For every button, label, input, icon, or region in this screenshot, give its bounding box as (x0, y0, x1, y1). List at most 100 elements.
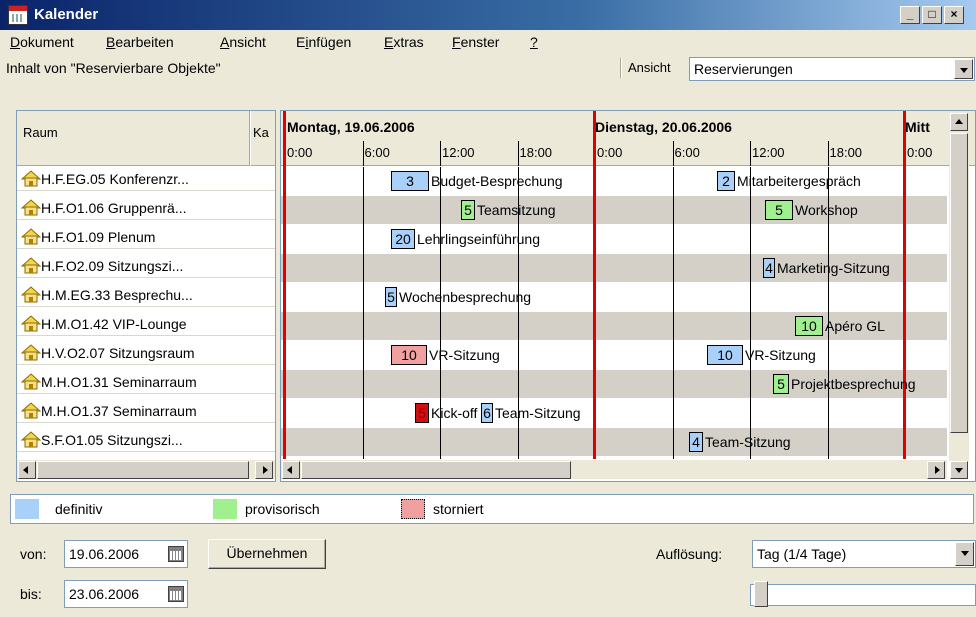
scroll-down-arrow-icon[interactable] (950, 461, 968, 479)
room-row[interactable]: H.F.O2.09 Sitzungszi... (17, 254, 275, 278)
room-row[interactable]: H.V.O2.07 Sitzungsraum (17, 341, 275, 365)
resolution-slider-thumb[interactable] (754, 581, 768, 607)
event-attendee-count: 5 (773, 374, 789, 394)
hour-label: 6:00 (364, 145, 390, 160)
calendar-picker-icon[interactable] (168, 586, 184, 602)
calendar-row[interactable] (281, 341, 947, 370)
event-attendee-count: 2 (717, 171, 735, 191)
room-icon (21, 170, 41, 187)
event-attendee-count: 10 (391, 345, 427, 365)
content-label: Inhalt von "Reservierbare Objekte" (6, 60, 221, 76)
hour-grid-line (362, 167, 364, 459)
close-button[interactable]: × (944, 6, 964, 24)
event-attendee-count: 3 (391, 171, 429, 191)
scroll-left-arrow-icon[interactable] (282, 461, 300, 479)
hour-tick (440, 141, 441, 166)
hour-label: 0:00 (597, 145, 623, 160)
day-separator-line (283, 111, 286, 459)
column-divider[interactable] (249, 111, 251, 166)
hour-label: 12:00 (752, 145, 785, 160)
view-select[interactable]: Reservierungen (689, 57, 975, 81)
menu-dokument[interactable]: Dokument (10, 34, 74, 50)
menu-ansicht[interactable]: Ansicht (220, 34, 266, 50)
scroll-right-arrow-icon[interactable] (927, 461, 945, 479)
hour-label: 6:00 (674, 145, 700, 160)
chevron-down-icon[interactable] (954, 59, 973, 79)
to-label: bis: (20, 586, 42, 602)
minimize-button[interactable]: _ (900, 6, 920, 24)
day-header-tuesday: Dienstag, 20.06.2006 (595, 119, 732, 135)
room-row[interactable]: M.H.O1.37 Seminarraum (17, 399, 275, 423)
to-date-value: 23.06.2006 (69, 586, 140, 602)
scroll-thumb[interactable] (301, 461, 571, 479)
to-date-field[interactable]: 23.06.2006 (64, 580, 188, 608)
legend-label-definitiv: definitiv (55, 501, 103, 517)
room-row[interactable]: H.F.O1.09 Plenum (17, 225, 275, 249)
day-separator-line (903, 111, 906, 459)
room-row[interactable]: M.H.O1.31 Seminarraum (17, 370, 275, 394)
event-attendee-count: 6 (481, 403, 493, 423)
day-header-monday: Montag, 19.06.2006 (287, 119, 415, 135)
calendar-picker-icon[interactable] (168, 546, 184, 562)
event-title: Workshop (795, 202, 858, 218)
event-title: VR-Sitzung (429, 347, 500, 363)
legend-label-provisorisch: provisorisch (245, 501, 320, 517)
event-attendee-count: 4 (763, 258, 775, 278)
event-title: Team-Sitzung (705, 434, 791, 450)
scroll-thumb[interactable] (37, 461, 249, 479)
menu-bearbeiten[interactable]: Bearbeiten (106, 34, 174, 50)
calendar-row[interactable] (281, 283, 947, 312)
event-attendee-count: 4 (689, 432, 703, 452)
hour-tick (827, 141, 829, 166)
event-attendee-count: 20 (391, 229, 415, 249)
room-name: H.M.O1.42 VIP-Lounge (41, 316, 187, 332)
legend-swatch-storniert (401, 499, 425, 519)
hour-tick (362, 141, 364, 166)
room-row[interactable]: H.M.EG.33 Besprechu... (17, 283, 275, 307)
menu-bar: Dokument Bearbeiten Ansicht Einfügen Ext… (0, 30, 976, 54)
room-name: H.F.O1.06 Gruppenrä... (41, 200, 187, 216)
room-row[interactable]: H.F.EG.05 Konferenzr... (17, 167, 275, 191)
column-header-raum[interactable]: Raum (23, 125, 58, 140)
room-name: M.H.O1.31 Seminarraum (41, 374, 197, 390)
room-name: H.V.O2.07 Sitzungsraum (41, 345, 195, 361)
scroll-right-arrow-icon[interactable] (255, 461, 273, 479)
legend-label-storniert: storniert (433, 501, 484, 517)
resolution-select[interactable]: Tag (1/4 Tage) (752, 540, 976, 568)
apply-button[interactable]: Übernehmen (208, 539, 326, 569)
menu-help[interactable]: ? (530, 34, 538, 50)
event-attendee-count: 5 (765, 200, 793, 220)
scroll-thumb[interactable] (950, 133, 968, 433)
room-list-header: Raum Ka (17, 111, 275, 166)
event-title: Budget-Besprechung (431, 173, 563, 189)
hour-tick (750, 141, 751, 166)
calendar-hscroll[interactable] (281, 459, 947, 479)
calendar-row[interactable] (281, 399, 947, 428)
resolution-slider-track[interactable] (750, 584, 976, 606)
room-row[interactable]: H.F.O1.06 Gruppenrä... (17, 196, 275, 220)
window-title: Kalender (34, 6, 99, 23)
scroll-up-arrow-icon[interactable] (950, 113, 968, 131)
calendar-vscroll[interactable] (949, 113, 969, 479)
hour-label: 0:00 (907, 145, 933, 160)
view-select-value: Reservierungen (694, 61, 793, 77)
scroll-left-arrow-icon[interactable] (18, 461, 36, 479)
event-attendee-count: 10 (707, 345, 743, 365)
menu-einfuegen[interactable]: Einfügen (296, 34, 351, 50)
maximize-button[interactable]: □ (922, 6, 942, 24)
menu-extras[interactable]: Extras (384, 34, 424, 50)
room-icon (21, 402, 41, 419)
menu-fenster[interactable]: Fenster (452, 34, 499, 50)
room-row[interactable]: S.F.O1.05 Sitzungszi... (17, 428, 275, 452)
chevron-down-icon[interactable] (955, 542, 974, 566)
event-title: Teamsitzung (477, 202, 556, 218)
calendar-row[interactable] (281, 225, 947, 254)
from-date-value: 19.06.2006 (69, 546, 140, 562)
room-row[interactable]: H.M.O1.42 VIP-Lounge (17, 312, 275, 336)
calendar-row[interactable] (281, 428, 947, 457)
column-header-ka[interactable]: Ka (253, 125, 269, 140)
room-list-hscroll[interactable] (17, 459, 275, 479)
room-icon (21, 257, 41, 274)
day-separator-line (593, 111, 596, 459)
from-date-field[interactable]: 19.06.2006 (64, 540, 188, 568)
